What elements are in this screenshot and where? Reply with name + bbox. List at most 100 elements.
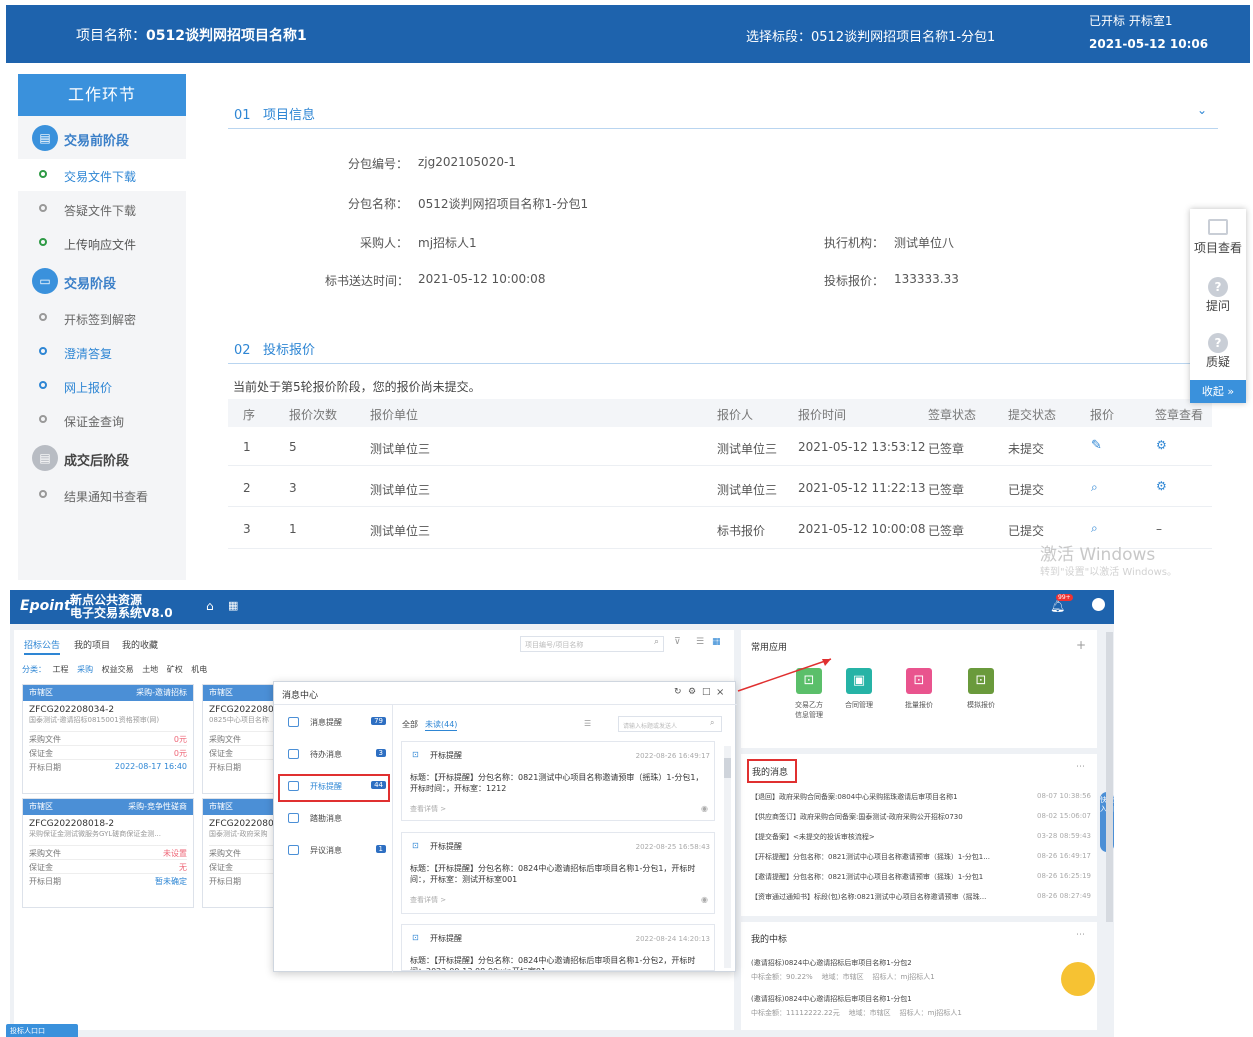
list-view-icon[interactable]: ☰: [696, 637, 704, 647]
field-label: 分包名称：: [348, 197, 409, 211]
message-card[interactable]: ⊡ 开标提醒 2022-08-26 16:49:17 标题：【开标提醒】分包名称…: [401, 741, 715, 821]
question-button[interactable]: ? 提问: [1190, 277, 1246, 314]
collapse-button[interactable]: 收起 »: [1190, 380, 1246, 403]
category-engineering[interactable]: 工程: [53, 665, 69, 674]
project-search-input[interactable]: 项目编号/项目名称: [520, 636, 664, 652]
view-details-link[interactable]: 查看详情 >: [410, 804, 446, 814]
list-item[interactable]: 【提交备案】<未提交的投诉审核流程> 03-28 08:59:43: [751, 832, 1091, 852]
scrollbar[interactable]: [1106, 632, 1113, 922]
project-card[interactable]: 市辖区 采购-竞争性磋商 ZFCG202208018-2 采购保证金测试微服务GY…: [22, 798, 194, 908]
scrollbar-thumb[interactable]: [724, 758, 731, 778]
close-icon[interactable]: ×: [716, 687, 724, 698]
sidebar-item-upload-response[interactable]: 上传响应文件: [18, 227, 186, 259]
message-icon: [288, 717, 299, 727]
gear-icon[interactable]: ⚙: [1156, 479, 1167, 493]
cell: 2021-05-12 11:22:13: [798, 481, 926, 495]
more-icon[interactable]: ⋯: [1076, 762, 1085, 772]
win-amount: 中标金额：11112222.22元: [751, 1009, 840, 1017]
msg-category-site-survey[interactable]: 踏勘消息: [282, 808, 390, 830]
scrollbar[interactable]: [724, 746, 731, 968]
search-icon[interactable]: ⌕: [654, 637, 659, 647]
project-view-button[interactable]: 项目查看: [1190, 219, 1246, 256]
status-dot: [39, 415, 47, 423]
refresh-icon[interactable]: ↻: [674, 687, 682, 697]
search-icon[interactable]: ⌕: [1091, 480, 1098, 495]
sidebar-item-checkin-decrypt[interactable]: 开标签到解密: [18, 302, 186, 334]
bell-icon[interactable]: 🔔︎: [1050, 599, 1065, 613]
more-icon[interactable]: ⋯: [1076, 930, 1085, 940]
message-card[interactable]: ⊡ 开标提醒 2022-08-24 14:20:13 标题：【开标提醒】分包名称…: [401, 924, 715, 971]
card-desc: 国泰测试-政府采购: [209, 830, 268, 838]
sidebar-item-online-quote[interactable]: 网上报价: [18, 370, 186, 402]
msg-category-bid-opening[interactable]: 开标提醒 44: [282, 776, 390, 798]
grid-view-icon[interactable]: ▦: [712, 637, 721, 647]
maximize-icon[interactable]: □: [702, 687, 711, 697]
category-procurement[interactable]: 采购: [77, 665, 93, 674]
add-icon[interactable]: +: [1076, 638, 1086, 652]
category-equity[interactable]: 权益交易: [102, 665, 134, 674]
list-item[interactable]: 【退回】政府采购合同备案:0804中心采购摇珠邀请后审项目名称1 08-07 10…: [751, 792, 1091, 812]
home-icon[interactable]: ⌂: [206, 599, 214, 613]
card-district: 市辖区: [209, 802, 233, 811]
status-dot: [39, 313, 47, 321]
bottom-taskbar-tab[interactable]: 投标人口口: [6, 1024, 78, 1037]
card-desc: 0825中心项目名称: [209, 716, 269, 724]
sidebar-item-trade-file-download[interactable]: 交易文件下载: [18, 159, 186, 191]
msg-category-notice[interactable]: 消息提醒 79: [282, 712, 390, 734]
category-mining[interactable]: 矿权: [167, 665, 183, 674]
sidebar-item-result-notice[interactable]: 结果通知书查看: [18, 479, 186, 511]
column-header: 提交状态: [1008, 408, 1057, 422]
stage-pre-trade[interactable]: ▤ 交易前阶段: [18, 120, 186, 156]
column-header: 签章查看: [1155, 408, 1204, 422]
list-icon[interactable]: ☰: [584, 719, 591, 728]
message-search-input[interactable]: 请输入标题或发送人: [618, 716, 722, 732]
eye-icon[interactable]: ◉: [701, 895, 708, 904]
project-card[interactable]: 市辖区 ZFCG20220804 国泰测试-政府采购 采购文件 保证金 开标日期: [202, 798, 282, 908]
project-card[interactable]: 市辖区 ZFCG20220805 0825中心项目名称 采购文件 保证金 开标日…: [202, 684, 282, 794]
eye-icon[interactable]: ◉: [701, 804, 708, 813]
challenge-button[interactable]: ? 质疑: [1190, 333, 1246, 370]
msg-category-todo[interactable]: 待办消息 3: [282, 744, 390, 766]
message-time: 2022-08-24 14:20:13: [635, 935, 710, 943]
list-item[interactable]: 【开标提醒】分包名称：0821测试中心项目名称邀请预审（摇珠）1-分包1... 0…: [751, 852, 1091, 872]
quote-round-notice: 当前处于第5轮报价阶段，您的报价尚未提交。: [233, 380, 481, 394]
filter-icon[interactable]: ⊽: [674, 637, 681, 647]
msg-category-objection[interactable]: 异议消息 1: [282, 840, 390, 862]
tab-my-projects[interactable]: 我的项目: [74, 638, 110, 651]
win-item-name[interactable]: (邀请招标)0824中心邀请招标后审项目名称1-分包2: [751, 958, 912, 968]
cell: 已提交: [1008, 524, 1045, 538]
tab-my-favorites[interactable]: 我的收藏: [122, 638, 158, 651]
category-land[interactable]: 土地: [142, 665, 158, 674]
win-item-name[interactable]: (邀请招标)0824中心邀请招标后审项目名称1-分包1: [751, 994, 912, 1004]
filter-all[interactable]: 全部: [402, 719, 418, 730]
project-card[interactable]: 市辖区 采购-邀请招标 ZFCG202208034-2 国泰测试-邀请招标0815…: [22, 684, 194, 794]
user-avatar[interactable]: [1092, 598, 1105, 611]
category-electromechanical[interactable]: 机电: [191, 665, 207, 674]
view-details-link[interactable]: 查看详情 >: [410, 895, 446, 905]
list-item[interactable]: 【资审通过通知书】标段(包)名称:0821测试中心项目名称邀请预审（摇珠... 0…: [751, 892, 1091, 912]
purchaser-value: mj招标人1: [418, 236, 477, 250]
edit-pen-icon[interactable]: ✎: [1091, 438, 1102, 453]
search-icon[interactable]: ⌕: [710, 718, 714, 728]
field-label: 投标报价：: [824, 274, 885, 288]
bid-room-status: 已开标 开标室1: [1089, 14, 1173, 28]
sidebar-item-qa-file-download[interactable]: 答疑文件下载: [18, 193, 186, 225]
list-item[interactable]: 【邀请提醒】分包名称：0821测试中心项目名称邀请预审（摇珠）1-分包1 08-2…: [751, 872, 1091, 892]
mascot-image[interactable]: [1061, 962, 1095, 996]
card-header: 市辖区: [203, 685, 281, 701]
chevron-down-icon[interactable]: ⌄: [1197, 103, 1207, 117]
stage-trade[interactable]: ▭ 交易阶段: [18, 263, 186, 299]
gear-icon[interactable]: ⚙: [1156, 438, 1167, 452]
message-card[interactable]: ⊡ 开标提醒 2022-08-25 16:58:43 标题：【开标提醒】分包名称…: [401, 832, 715, 914]
sidebar-item-deposit-query[interactable]: 保证金查询: [18, 404, 186, 436]
section-selector[interactable]: 选择标段：0512谈判网招项目名称1-分包1: [746, 26, 995, 45]
list-item[interactable]: 【供应商签订】政府采购合同备案:国泰测试-政府采购公开招标0730 08-02 1…: [751, 812, 1091, 832]
filter-unread[interactable]: 未读(44): [425, 719, 458, 731]
stage-post-trade[interactable]: ▤ 成交后阶段: [18, 440, 186, 476]
sidebar-item-clarification[interactable]: 澄清答复: [18, 336, 186, 368]
tab-bid-announcement[interactable]: 招标公告: [24, 638, 61, 655]
apps-grid-icon[interactable]: ▦: [228, 599, 238, 612]
gear-icon[interactable]: ⚙: [688, 687, 696, 697]
app-icon: ▣: [846, 668, 872, 694]
search-icon[interactable]: ⌕: [1091, 521, 1098, 536]
